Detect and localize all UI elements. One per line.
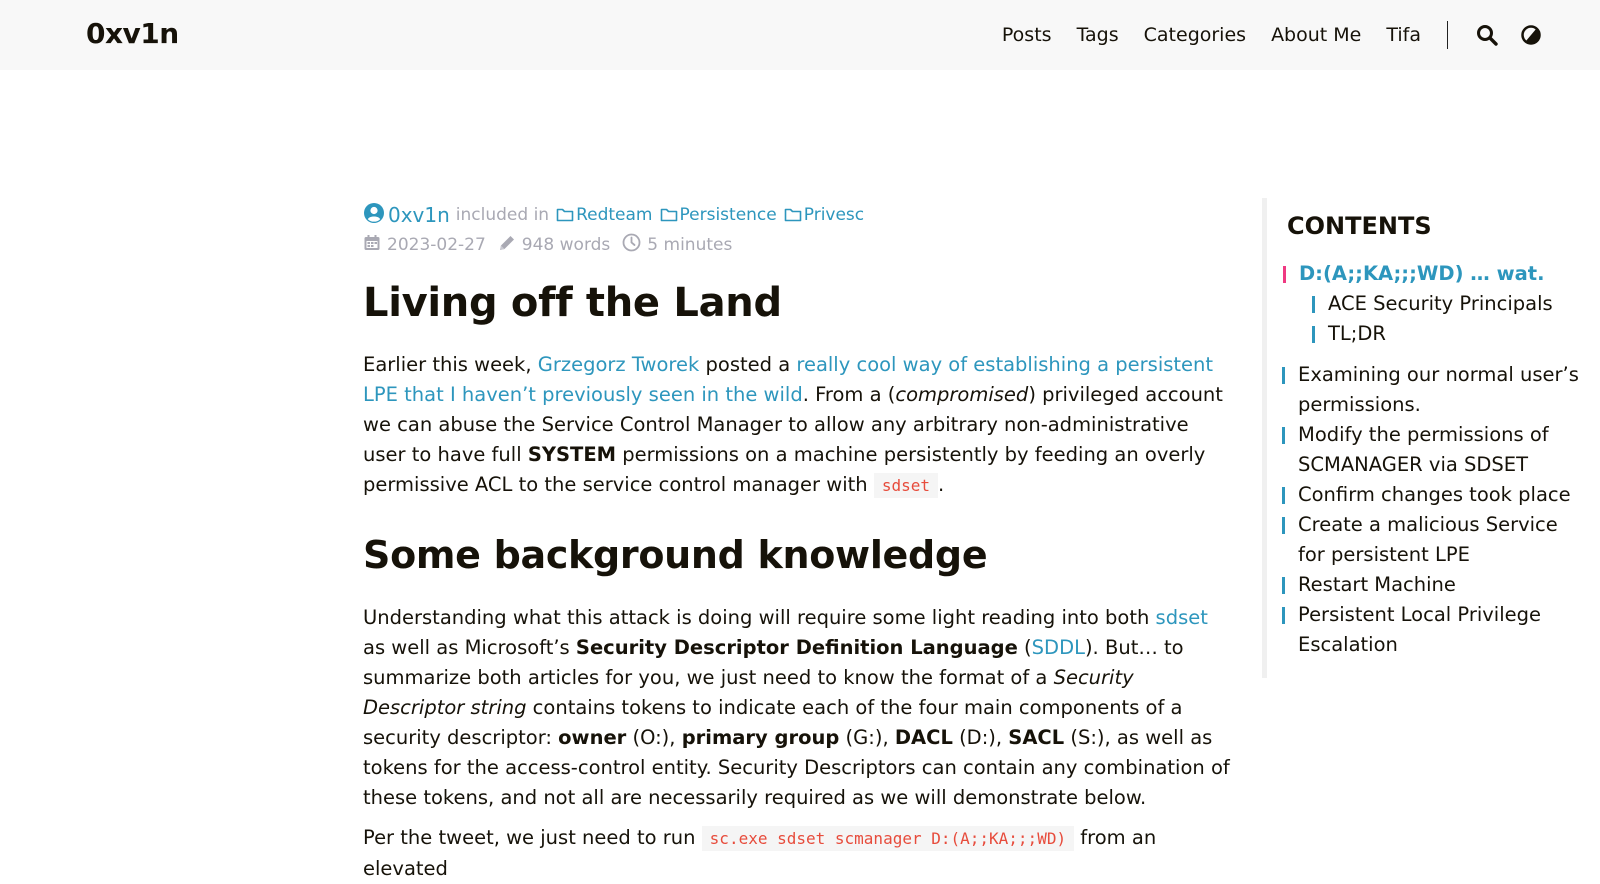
post-stats-line: 2023-02-27 948 words 5 minutes	[363, 230, 1235, 260]
category-label: Redteam	[576, 205, 653, 225]
table-of-contents: CONTENTS D:(A;;KA;;;WD) … wat. ACE Secur…	[1262, 198, 1597, 678]
nav-categories[interactable]: Categories	[1144, 24, 1246, 46]
included-in-label: included in	[455, 205, 550, 225]
toc-item-modify-permissions[interactable]: Modify the permissions of SCMANAGER via …	[1282, 420, 1588, 480]
post-article: 0xv1n included in Redteam Persistence Pr…	[363, 200, 1235, 884]
category-persistence[interactable]: Persistence	[660, 205, 777, 225]
folder-icon	[556, 208, 574, 222]
search-icon[interactable]	[1470, 18, 1504, 52]
pencil-icon	[498, 234, 516, 257]
inline-code: sdset	[873, 473, 939, 498]
sdset-link[interactable]: sdset	[1156, 606, 1208, 629]
calendar-icon	[363, 234, 381, 257]
section-heading: Some background knowledge	[363, 533, 988, 577]
post-meta-line: 0xv1n included in Redteam Persistence Pr…	[363, 200, 1235, 230]
post-title: Living off the Land	[363, 280, 782, 326]
reading-time: 5 minutes	[647, 235, 733, 255]
user-circle-icon	[363, 202, 385, 229]
toc-item-confirm-changes[interactable]: Confirm changes took place	[1282, 480, 1588, 510]
site-logo[interactable]: 0xv1n	[86, 17, 179, 50]
tweet-paragraph: Per the tweet, we just need to run sc.ex…	[363, 826, 1157, 880]
category-privesc[interactable]: Privesc	[784, 205, 864, 225]
nav-about-me[interactable]: About Me	[1271, 24, 1361, 46]
toc-item-tldr[interactable]: TL;DR	[1312, 319, 1386, 349]
folder-icon	[784, 208, 802, 222]
main-nav: Posts Tags Categories About Me Tifa	[977, 0, 1548, 70]
toc-item-malicious-service[interactable]: Create a malicious Service for persisten…	[1282, 510, 1588, 570]
toc-item-restart[interactable]: Restart Machine	[1282, 570, 1588, 600]
nav-divider	[1447, 21, 1448, 49]
intro-paragraph: Earlier this week, Grzegorz Tworek poste…	[363, 353, 1223, 498]
background-paragraph: Understanding what this attack is doing …	[363, 606, 1230, 809]
nav-tags[interactable]: Tags	[1077, 24, 1119, 46]
author-link[interactable]: Grzegorz Tworek	[538, 353, 700, 376]
nav-tifa[interactable]: Tifa	[1386, 24, 1421, 46]
theme-toggle-icon[interactable]	[1514, 18, 1548, 52]
site-header: 0xv1n Posts Tags Categories About Me Tif…	[0, 0, 1600, 70]
post-date: 2023-02-27	[387, 235, 486, 255]
toc-item-ace-principals[interactable]: ACE Security Principals	[1312, 289, 1553, 319]
clock-icon	[622, 233, 641, 257]
toc-title: CONTENTS	[1287, 212, 1432, 240]
toc-item-persistent-lpe[interactable]: Persistent Local Privilege Escalation	[1282, 600, 1558, 660]
sddl-link[interactable]: SDDL	[1032, 636, 1085, 659]
category-label: Persistence	[679, 205, 777, 225]
word-count: 948 words	[521, 235, 611, 255]
nav-posts[interactable]: Posts	[1002, 24, 1052, 46]
post-author-link[interactable]: 0xv1n	[388, 203, 450, 227]
category-label: Privesc	[803, 205, 865, 225]
folder-icon	[660, 208, 677, 222]
category-redteam[interactable]: Redteam	[556, 205, 653, 225]
inline-code-command: sc.exe sdset scmanager D:(A;;KA;;;WD)	[701, 826, 1075, 851]
toc-item-examining[interactable]: Examining our normal user’s permissions.	[1282, 360, 1588, 420]
toc-item-dacl-wat[interactable]: D:(A;;KA;;;WD) … wat.	[1283, 259, 1545, 289]
